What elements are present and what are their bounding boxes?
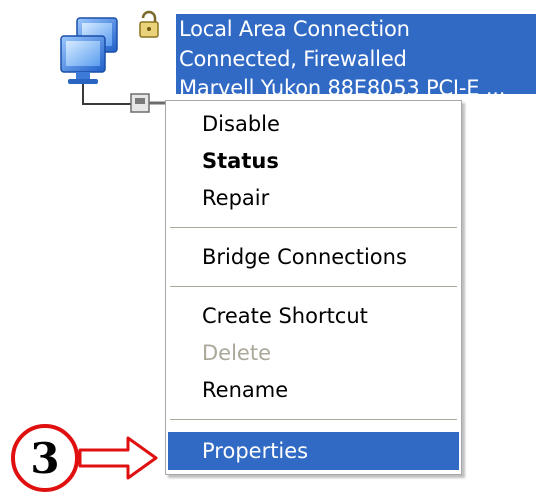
arrow-right-icon <box>78 436 158 480</box>
menu-item-delete: Delete <box>202 341 271 365</box>
menu-item-repair[interactable]: Repair <box>168 181 459 215</box>
menu-item-disable[interactable]: Disable <box>168 107 459 141</box>
menu-item-status[interactable]: Status <box>168 144 459 178</box>
menu-separator <box>170 419 457 420</box>
menu-item-create-shortcut[interactable]: Create Shortcut <box>168 299 459 333</box>
connection-name: Local Area Connection <box>176 14 536 44</box>
step-number: 3 <box>30 434 59 483</box>
connection-status: Connected, Firewalled <box>176 44 536 74</box>
menu-separator <box>170 227 457 228</box>
connection-device: Marvell Yukon 88E8053 PCI-E ... <box>176 74 536 94</box>
menu-item-properties[interactable]: Properties <box>168 432 459 470</box>
menu-separator <box>170 286 457 287</box>
connection-label[interactable]: Local Area Connection Connected, Firewal… <box>176 14 536 106</box>
network-connection-icon[interactable] <box>55 8 175 120</box>
menu-item-bridge-connections[interactable]: Bridge Connections <box>168 240 459 274</box>
step-annotation: 3 <box>11 424 158 492</box>
context-menu: Disable Status Repair Bridge Connections… <box>165 100 462 475</box>
menu-item-rename[interactable]: Rename <box>168 373 459 407</box>
